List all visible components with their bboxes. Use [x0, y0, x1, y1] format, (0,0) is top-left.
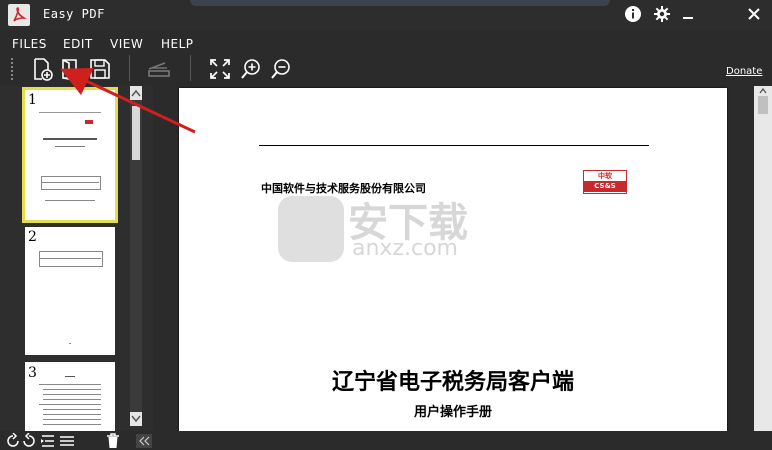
thumbnail-number-1: 1 — [28, 92, 37, 108]
thumbnail-toc-line — [43, 389, 101, 390]
document-scroll-thumb[interactable] — [758, 96, 768, 114]
document-subtitle: 用户操作手册 — [413, 405, 492, 420]
menu-files[interactable]: FILES — [12, 37, 47, 50]
thumbnail-table — [41, 176, 101, 190]
thumbnail-scroll-thumb[interactable] — [132, 106, 140, 160]
scroll-up-icon[interactable] — [754, 86, 772, 96]
new-document-icon[interactable] — [30, 56, 56, 82]
status-bar — [0, 431, 772, 450]
thumbnail-toc-line — [43, 424, 101, 425]
thumbnail-logo — [85, 120, 93, 124]
thumbnail-toc-line — [43, 419, 101, 420]
company-logo-top: 中软 — [598, 172, 612, 180]
thumbnail-heading-line — [65, 376, 75, 377]
thumbnail-page-3[interactable] — [25, 362, 115, 431]
company-logo: 中软 CS&S — [583, 170, 627, 194]
thumbnail-toc-line — [43, 399, 101, 400]
insert-page-icon[interactable] — [40, 433, 56, 449]
toolbar-separator — [129, 55, 130, 81]
save-icon[interactable] — [87, 56, 113, 82]
thumbnail-table-row — [41, 182, 99, 183]
close-icon[interactable] — [742, 3, 766, 25]
thumbnail-number-3: 3 — [28, 365, 37, 381]
title-bar-accent — [190, 0, 610, 6]
menu-help[interactable]: HELP — [161, 37, 194, 50]
thumbnail-toc-line — [43, 409, 101, 410]
company-logo-bottom: CS&S — [584, 181, 626, 192]
trash-icon[interactable] — [106, 433, 120, 449]
align-lines-icon[interactable] — [59, 433, 75, 449]
document-scrollbar[interactable] — [754, 86, 772, 431]
thumbnail-toc-line — [39, 404, 101, 405]
menu-bar: FILES EDIT VIEW HELP — [0, 30, 772, 50]
scroll-up-icon[interactable] — [130, 86, 142, 100]
menu-edit[interactable]: EDIT — [63, 37, 93, 50]
gear-icon[interactable] — [650, 3, 674, 25]
thumbnail-page-2[interactable] — [25, 227, 115, 355]
thumbnail-page-1[interactable] — [22, 87, 118, 223]
zoom-out-icon[interactable] — [268, 56, 294, 82]
thumbnail-title-line — [43, 138, 97, 140]
thumbnail-page-number — [69, 343, 71, 344]
thumbnail-toc-line — [43, 414, 101, 415]
rotate-right-icon[interactable] — [21, 433, 37, 449]
zoom-in-icon[interactable] — [238, 56, 264, 82]
window-title: Easy PDF — [43, 7, 105, 21]
scroll-down-icon[interactable] — [130, 412, 142, 426]
pdf-logo-icon — [8, 4, 30, 26]
watermark-subtext: anxz.com — [352, 236, 458, 261]
thumbnail-number-2: 2 — [28, 229, 37, 245]
collapse-panel-icon[interactable] — [136, 434, 152, 448]
thumbnail-rule — [39, 112, 101, 113]
minimize-icon[interactable] — [676, 3, 700, 25]
document-title: 辽宁省电子税务局客户端 — [331, 369, 574, 395]
donate-link[interactable]: Donate — [726, 66, 762, 77]
header-rule — [259, 145, 649, 146]
title-bar: Easy PDF — [0, 0, 772, 30]
toolbar-separator — [190, 55, 191, 81]
watermark-shield-icon — [278, 196, 344, 262]
menu-view[interactable]: VIEW — [110, 37, 143, 50]
document-view[interactable]: 中国软件与技术服务股份有限公司 中软 CS&S 辽宁省电子税务局客户端 用户操作… — [153, 86, 772, 431]
thumbnail-table-row — [39, 258, 101, 259]
info-icon[interactable] — [621, 3, 645, 25]
scanner-icon[interactable] — [146, 56, 172, 82]
fit-page-icon[interactable] — [207, 56, 233, 82]
thumbnail-table — [39, 251, 103, 267]
thumbnail-scrollbar[interactable] — [130, 86, 142, 426]
toolbar-grip[interactable] — [11, 58, 15, 80]
thumbnail-subtitle-line — [55, 146, 85, 147]
open-book-icon[interactable] — [57, 56, 83, 82]
toolbar: Donate — [0, 50, 772, 86]
thumbnail-footer-line — [45, 200, 95, 201]
rotate-left-icon[interactable] — [5, 433, 21, 449]
thumbnail-toc-line — [43, 394, 101, 395]
thumbnail-toc-line — [39, 384, 101, 385]
